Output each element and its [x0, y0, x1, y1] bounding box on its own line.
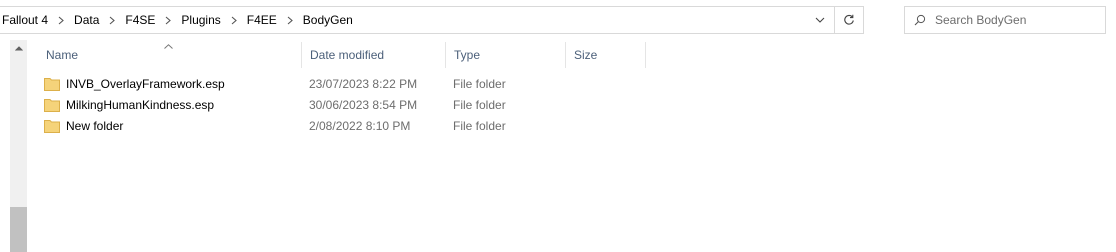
- folder-icon: [44, 119, 60, 133]
- file-name: MilkingHumanKindness.esp: [66, 97, 215, 112]
- chevron-down-icon: [815, 17, 825, 23]
- breadcrumb-item-plugins[interactable]: Plugins: [179, 13, 222, 27]
- breadcrumb-item-f4se[interactable]: F4SE: [123, 13, 157, 27]
- address-bar[interactable]: Fallout 4 Data F4SE Plugins F4EE BodyGen: [0, 6, 864, 34]
- file-row[interactable]: New folder 2/08/2022 8:10 PM File folder: [44, 115, 566, 136]
- file-date: 30/06/2023 8:54 PM: [309, 97, 418, 112]
- search-input[interactable]: Search BodyGen: [935, 13, 1026, 27]
- file-name-cell: INVB_OverlayFramework.esp: [44, 77, 302, 91]
- file-list: INVB_OverlayFramework.esp 23/07/2023 8:2…: [44, 73, 566, 136]
- refresh-button[interactable]: [835, 7, 863, 33]
- file-name: New folder: [66, 118, 124, 133]
- search-box[interactable]: Search BodyGen: [904, 6, 1106, 34]
- sort-ascending-icon: [164, 38, 173, 52]
- file-row[interactable]: MilkingHumanKindness.esp 30/06/2023 8:54…: [44, 94, 566, 115]
- chevron-up-icon: [14, 46, 23, 51]
- file-type: File folder: [453, 118, 506, 133]
- address-history-dropdown[interactable]: [806, 7, 834, 33]
- file-date: 2/08/2022 8:10 PM: [309, 118, 411, 133]
- column-header-date[interactable]: Date modified: [302, 42, 446, 68]
- column-header-size[interactable]: Size: [566, 42, 646, 68]
- breadcrumb-item-f4ee[interactable]: F4EE: [245, 13, 279, 27]
- folder-icon: [44, 98, 60, 112]
- column-header-type-label: Type: [454, 48, 481, 62]
- scrollbar-thumb[interactable]: [10, 207, 27, 252]
- column-header-name-label: Name: [46, 48, 79, 62]
- column-header-size-label: Size: [574, 48, 598, 62]
- chevron-right-icon[interactable]: [157, 16, 179, 25]
- chevron-right-icon[interactable]: [223, 16, 245, 25]
- breadcrumb-item-bodygen[interactable]: BodyGen: [301, 13, 355, 27]
- scroll-up-button[interactable]: [10, 40, 27, 57]
- file-row[interactable]: INVB_OverlayFramework.esp 23/07/2023 8:2…: [44, 73, 566, 94]
- breadcrumb: Fallout 4 Data F4SE Plugins F4EE BodyGen: [0, 7, 806, 33]
- breadcrumb-item-data[interactable]: Data: [72, 13, 101, 27]
- file-date: 23/07/2023 8:22 PM: [309, 76, 418, 91]
- chevron-right-icon[interactable]: [50, 16, 72, 25]
- file-name-cell: New folder: [44, 119, 302, 133]
- file-type: File folder: [453, 76, 506, 91]
- refresh-icon: [844, 14, 854, 25]
- search-icon: [905, 14, 935, 26]
- column-header-type[interactable]: Type: [446, 42, 566, 68]
- file-name: INVB_OverlayFramework.esp: [66, 76, 225, 91]
- file-type: File folder: [453, 97, 506, 112]
- column-header-name[interactable]: Name: [38, 42, 302, 68]
- file-name-cell: MilkingHumanKindness.esp: [44, 98, 302, 112]
- column-header-row: Name Date modified Type Size: [38, 42, 646, 68]
- chevron-right-icon[interactable]: [101, 16, 123, 25]
- breadcrumb-item-fallout4[interactable]: Fallout 4: [0, 13, 50, 27]
- navigation-pane-scrollbar[interactable]: [10, 40, 27, 252]
- column-header-date-label: Date modified: [310, 48, 385, 62]
- folder-icon: [44, 77, 60, 91]
- chevron-right-icon[interactable]: [279, 16, 301, 25]
